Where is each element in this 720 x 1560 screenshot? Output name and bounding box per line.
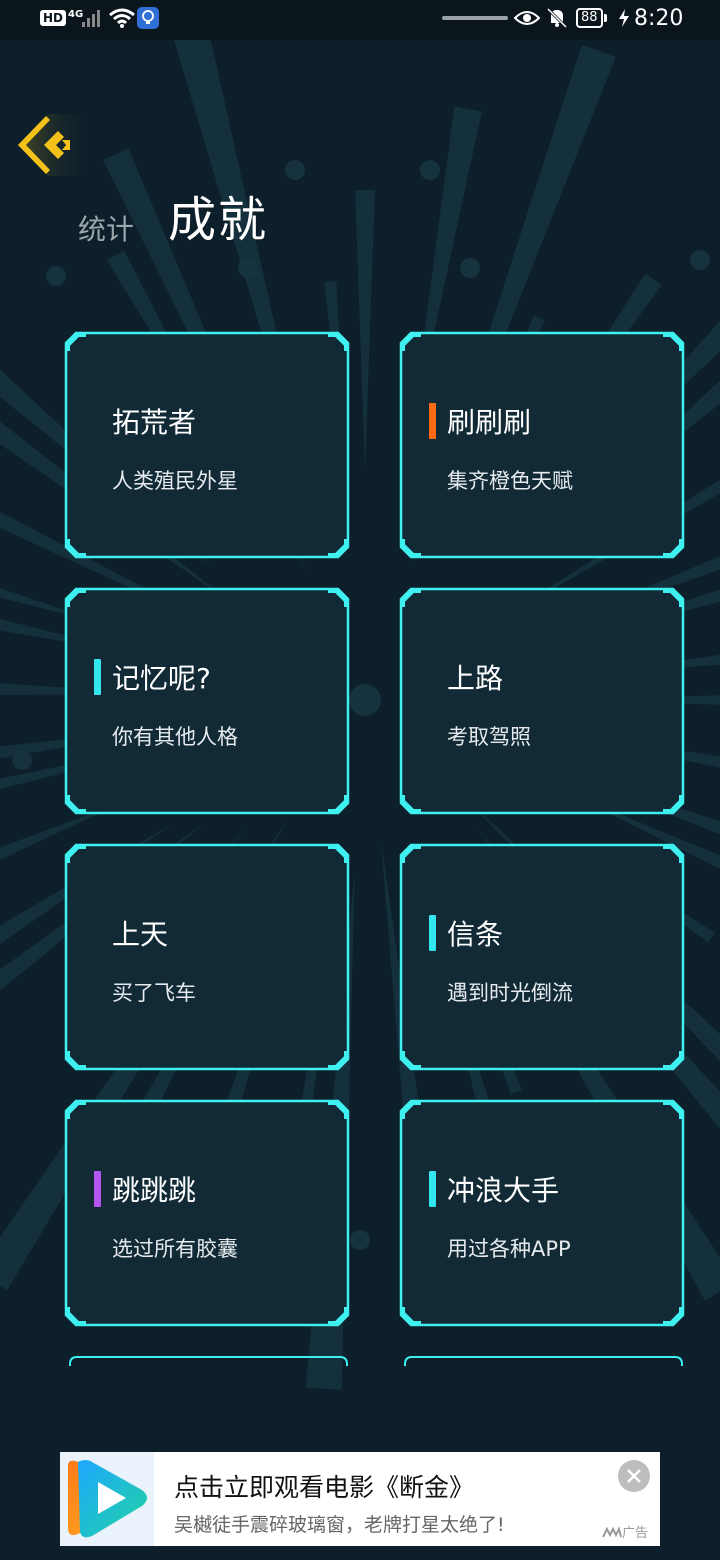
ad-tag-text: 广告 (622, 1526, 649, 1541)
notification-pill (442, 0, 508, 36)
tab-bar: 统计 成就 (78, 180, 268, 250)
bulb-icon (137, 7, 159, 29)
back-button[interactable] (18, 112, 94, 178)
ad-network-icon (602, 1525, 622, 1537)
back-chevron-icon (18, 114, 94, 176)
battery-level: 88 (576, 8, 603, 28)
hd-icon: HD (40, 10, 67, 26)
ad-label: 广告 (602, 1522, 648, 1541)
clock: 8:20 (634, 5, 684, 31)
ad-title[interactable]: 点击立即观看电影《断金》 (174, 1468, 474, 1504)
tab-achievements[interactable]: 成就 (168, 180, 268, 250)
wifi-icon (108, 0, 136, 36)
status-bar: HD 4G 88 8:20 (0, 0, 720, 40)
ad-subtitle: 吴樾徒手震碎玻璃窗，老牌打星太绝了! (174, 1514, 505, 1536)
signal-icon (80, 0, 102, 36)
ad-banner[interactable]: 点击立即观看电影《断金》 吴樾徒手震碎玻璃窗，老牌打星太绝了! 广告 (60, 1452, 660, 1546)
video-play-logo (60, 1452, 154, 1546)
close-icon[interactable] (618, 1460, 650, 1492)
battery-icon: 88 (576, 0, 607, 36)
eye-icon (514, 0, 540, 36)
bell-off-icon (546, 0, 568, 36)
tab-statistics[interactable]: 统计 (78, 208, 134, 250)
charging-icon (618, 0, 630, 36)
